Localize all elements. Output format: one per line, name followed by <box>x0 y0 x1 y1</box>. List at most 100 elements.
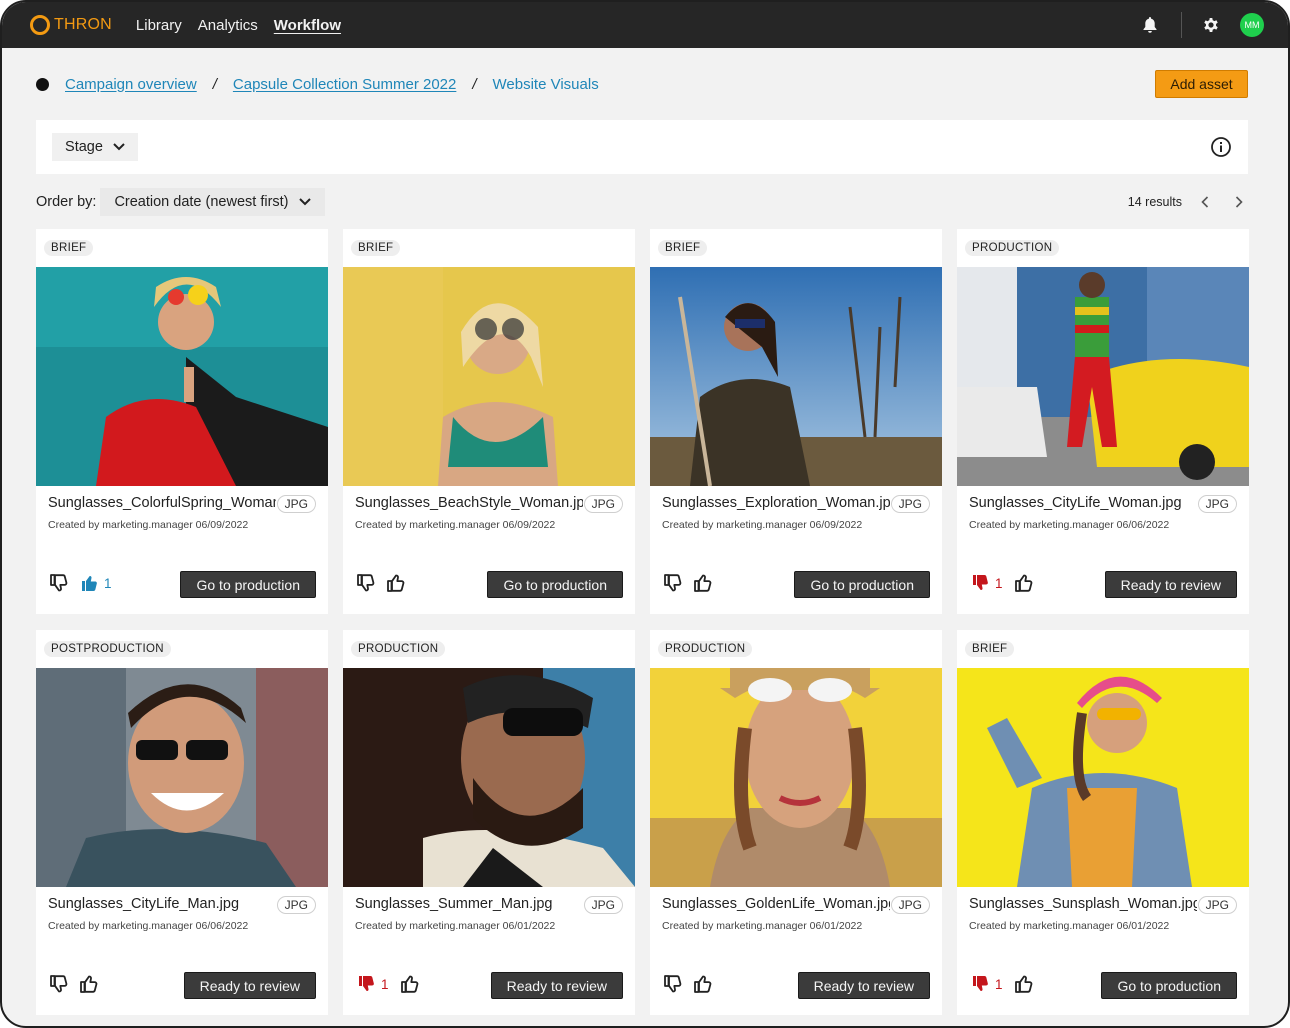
vote-actions: 1 <box>48 569 122 597</box>
asset-card[interactable]: BRIEF Sunglasses_BeachStyle_Woman.jpg JP… <box>343 229 635 614</box>
asset-card[interactable]: POSTPRODUCTION Sunglasses_CityLife_Man.j… <box>36 630 328 1015</box>
asset-card[interactable]: BRIEF Sunglasses_Exploration_Woman.jpg J… <box>650 229 942 614</box>
format-badge: JPG <box>276 896 316 914</box>
stage-action-button[interactable]: Go to production <box>180 571 316 598</box>
logo-ring-icon <box>30 15 50 35</box>
asset-card[interactable]: PRODUCTION Sunglasses_GoldenLife_Woman.j… <box>650 630 942 1015</box>
format-badge: JPG <box>583 896 623 914</box>
thumbs-down-icon[interactable] <box>355 572 377 594</box>
user-avatar[interactable]: MM <box>1240 13 1264 37</box>
thumbs-up-icon[interactable] <box>692 572 714 594</box>
info-icon[interactable] <box>1210 136 1232 158</box>
stage-tag: BRIEF <box>658 240 708 256</box>
stage-action-button[interactable]: Ready to review <box>490 972 623 999</box>
asset-thumbnail[interactable] <box>650 267 942 486</box>
chevron-down-icon <box>113 143 125 151</box>
dislike-count: 1 <box>995 976 1003 992</box>
format-badge: JPG <box>890 495 930 513</box>
stage-action-button[interactable]: Ready to review <box>183 972 316 999</box>
asset-thumbnail[interactable] <box>343 668 635 887</box>
stage-tag: PRODUCTION <box>351 641 446 657</box>
thumbs-up-icon[interactable] <box>385 572 407 594</box>
stage-action-button[interactable]: Ready to review <box>797 972 930 999</box>
thron-logo[interactable]: THRON <box>30 15 112 35</box>
asset-filename[interactable]: Sunglasses_Summer_Man.jpg <box>355 896 583 912</box>
stage-filter-label: Stage <box>65 139 103 155</box>
thumbs-down-icon[interactable] <box>662 572 684 594</box>
dislike-count: 1 <box>995 575 1003 591</box>
format-badge: JPG <box>276 495 316 513</box>
asset-filename[interactable]: Sunglasses_CityLife_Man.jpg <box>48 896 276 912</box>
asset-thumbnail[interactable] <box>36 668 328 887</box>
status-dot-icon <box>36 77 49 91</box>
asset-filename[interactable]: Sunglasses_BeachStyle_Woman.jpg <box>355 495 583 511</box>
vote-actions: 1 <box>969 569 1043 597</box>
created-by-text: Created by marketing.manager 06/09/2022 <box>355 519 556 531</box>
thumbs-down-icon[interactable] <box>969 973 991 995</box>
filter-bar: Stage <box>36 120 1248 174</box>
asset-filename[interactable]: Sunglasses_CityLife_Woman.jpg <box>969 495 1197 511</box>
created-by-text: Created by marketing.manager 06/06/2022 <box>969 519 1170 531</box>
breadcrumb: Campaign overview / Capsule Collection S… <box>36 72 599 96</box>
format-badge: JPG <box>583 495 623 513</box>
asset-thumbnail[interactable] <box>957 668 1249 887</box>
results-pager: 14 results <box>1128 188 1246 216</box>
breadcrumb-website-visuals[interactable]: Website Visuals <box>493 76 599 93</box>
created-by-text: Created by marketing.manager 06/01/2022 <box>662 920 863 932</box>
next-page-icon[interactable] <box>1232 195 1246 209</box>
like-count: 1 <box>104 575 112 591</box>
thumbs-up-icon[interactable] <box>692 973 714 995</box>
vote-actions <box>355 569 415 597</box>
previous-page-icon[interactable] <box>1198 195 1212 209</box>
created-by-text: Created by marketing.manager 06/01/2022 <box>355 920 556 932</box>
asset-filename[interactable]: Sunglasses_GoldenLife_Woman.jpg <box>662 896 890 912</box>
asset-card[interactable]: BRIEF Sunglasses_ColorfulSpring_Woman. J… <box>36 229 328 614</box>
vote-actions: 1 <box>355 970 429 998</box>
stage-filter-dropdown[interactable]: Stage <box>52 133 138 161</box>
nav-library[interactable]: Library <box>136 17 182 34</box>
bell-icon[interactable] <box>1139 14 1161 36</box>
order-by-value: Creation date (newest first) <box>114 194 289 210</box>
stage-action-button[interactable]: Go to production <box>794 571 930 598</box>
breadcrumb-campaign-overview[interactable]: Campaign overview <box>65 76 197 93</box>
created-by-text: Created by marketing.manager 06/09/2022 <box>662 519 863 531</box>
breadcrumb-separator: / <box>212 75 217 93</box>
asset-thumbnail[interactable] <box>957 267 1249 486</box>
thumbs-up-icon[interactable] <box>1013 973 1035 995</box>
asset-thumbnail[interactable] <box>343 267 635 486</box>
stage-tag: BRIEF <box>965 641 1015 657</box>
asset-filename[interactable]: Sunglasses_Exploration_Woman.jpg <box>662 495 890 511</box>
chevron-down-icon <box>298 198 311 206</box>
nav-analytics[interactable]: Analytics <box>198 17 258 34</box>
breadcrumb-separator: / <box>472 75 477 93</box>
asset-card[interactable]: BRIEF Sunglasses_Sunsplash_Woman.jpg JPG… <box>957 630 1249 1015</box>
stage-tag: BRIEF <box>351 240 401 256</box>
stage-action-button[interactable]: Go to production <box>487 571 623 598</box>
top-right-tools: MM <box>1139 2 1264 48</box>
add-asset-button[interactable]: Add asset <box>1155 70 1248 98</box>
thumbs-down-icon[interactable] <box>355 973 377 995</box>
stage-action-button[interactable]: Ready to review <box>1104 571 1237 598</box>
order-by-select[interactable]: Creation date (newest first) <box>100 188 325 216</box>
thumbs-up-icon[interactable] <box>1013 572 1035 594</box>
thumbs-down-icon[interactable] <box>48 973 70 995</box>
asset-card[interactable]: PRODUCTION Sunglasses_CityLife_Woman.jpg… <box>957 229 1249 614</box>
thumbs-up-icon[interactable] <box>399 973 421 995</box>
thumbs-down-icon[interactable] <box>662 973 684 995</box>
gear-icon[interactable] <box>1200 14 1222 36</box>
thumbs-up-icon[interactable] <box>78 572 100 594</box>
asset-thumbnail[interactable] <box>36 267 328 486</box>
asset-card[interactable]: PRODUCTION Sunglasses_Summer_Man.jpg JPG… <box>343 630 635 1015</box>
thumbs-up-icon[interactable] <box>78 973 100 995</box>
nav-workflow[interactable]: Workflow <box>274 17 341 34</box>
thumbs-down-icon[interactable] <box>969 572 991 594</box>
breadcrumb-capsule-collection[interactable]: Capsule Collection Summer 2022 <box>233 76 456 93</box>
stage-action-button[interactable]: Go to production <box>1101 972 1237 999</box>
vote-actions: 1 <box>969 970 1043 998</box>
thumbs-down-icon[interactable] <box>48 572 70 594</box>
app-frame: THRON Library Analytics Workflow MM Camp… <box>0 0 1290 1028</box>
top-navigation-bar: THRON Library Analytics Workflow MM <box>2 2 1288 48</box>
asset-thumbnail[interactable] <box>650 668 942 887</box>
asset-filename[interactable]: Sunglasses_Sunsplash_Woman.jpg <box>969 896 1197 912</box>
asset-filename[interactable]: Sunglasses_ColorfulSpring_Woman. <box>48 495 276 511</box>
